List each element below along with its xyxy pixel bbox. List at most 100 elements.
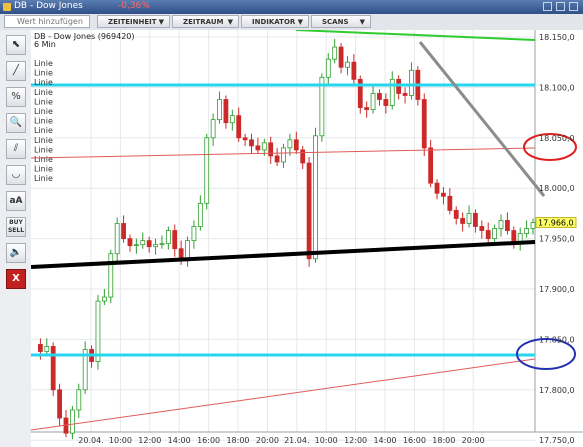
candle-body [383,99,389,106]
dropdown-arrow-icon: ▼ [158,18,164,26]
candle-body [281,147,286,163]
candle-body [114,223,120,255]
sound-icon: 🔈 [9,247,23,258]
price-chart[interactable]: 18.150,0 18.100,0 18.050,0 18.000,0 17.950,0… [31,30,583,447]
title-bar: DB - Dow Jones -0,36% [0,0,583,14]
time-tick-label: 12:00 [344,436,367,445]
time-tick-label: 18:00 [432,436,455,445]
candle-body [377,93,382,100]
close-window-icon[interactable] [569,2,578,11]
drawing-label: Linie [34,78,53,87]
candle-body [140,240,146,246]
maximize-icon[interactable] [556,2,565,11]
time-tick-label: 14:00 [373,436,396,445]
menu-zeitraum[interactable]: ZEITRAUM ▼ [172,15,239,28]
time-tick-label: 14:00 [168,436,191,445]
candle-body [191,226,197,242]
text-size-icon: aA [9,196,23,206]
parallel-tool-button[interactable]: ⫽ [6,139,26,159]
dropdown-arrow-icon: ▼ [297,18,303,26]
curve-icon: ◡ [11,169,21,180]
price-tick-label: 18.000,0 [539,184,575,193]
candle-body [229,115,235,124]
candle-body [428,147,434,184]
candle-body [524,228,530,234]
drawing-label: Linie [34,59,53,68]
candle-body [511,230,517,244]
candle-body [249,139,254,147]
drawing-label: Linie [34,117,53,126]
price-tick-label: 18.050,0 [539,134,575,143]
drawing-label: Linie [34,88,53,97]
drawing-label: Linie [34,174,53,183]
text-size-button[interactable]: aA [6,191,26,211]
close-button[interactable]: X [6,269,26,289]
time-tick-label: 16:00 [403,436,426,445]
candle-body [460,218,466,224]
last-price-text: 17.966,0 [538,218,574,227]
candle-body [127,238,133,247]
candle-body [255,145,261,151]
candle-body [121,223,126,239]
time-tick-label: 20:00 [462,436,485,445]
sound-button[interactable]: 🔈 [6,243,26,263]
candle-body [165,230,171,245]
candle-body [498,220,504,229]
candle-body [242,137,248,141]
drawing-tools-panel: ⬉ ╱ % 🔍 ⫽ ◡ aA BUY SELL 🔈 X [0,30,32,447]
time-tick-label: 18:00 [226,436,249,445]
candle-body [44,346,50,352]
candle-body [453,209,459,219]
search-input[interactable] [4,15,90,28]
candle-body [101,296,107,302]
time-tick-label: 20.04. [78,436,103,445]
price-tick-label: 17.800,0 [539,386,575,395]
curve-tool-button[interactable]: ◡ [6,165,26,185]
app-icon [3,3,11,11]
candle-body [57,389,62,419]
candle-body [402,93,408,96]
candle-body [505,220,510,231]
zoom-tool-button[interactable]: 🔍 [6,113,26,133]
price-tick-label: 18.150,0 [539,33,575,42]
drawing-label: Linie [34,136,53,145]
percent-tool-button[interactable]: % [6,87,26,107]
price-tick-label: 17.900,0 [539,285,575,294]
dropdown-arrow-icon: ▼ [359,18,365,26]
candle-body [492,228,498,240]
time-tick-label: 12:00 [138,436,161,445]
menu-zeiteinheit[interactable]: ZEITEINHEIT ▼ [97,15,170,28]
candle-body [313,135,318,260]
candle-body [274,155,280,163]
candle-body [204,137,210,204]
change-percent: -0,36% [118,1,150,11]
toolbar: ZEITEINHEIT▼ ZEITRAUM▼ INDIKATOR▼ SCANS▼ [0,14,583,31]
menu-scans[interactable]: SCANS ▼ [311,15,371,28]
settings-icon[interactable] [543,2,552,11]
drawing-label: Linie [34,126,53,135]
candle-body [466,212,472,224]
candle-body [95,300,101,362]
candle-body [217,99,222,121]
zoom-icon: 🔍 [9,117,23,128]
candle-body [409,69,414,96]
line-tool-button[interactable]: ╱ [6,61,26,81]
candle-body [300,149,306,164]
price-tick-label: 17.950,0 [539,235,575,244]
candle-body [306,162,312,260]
percent-icon: % [11,91,21,102]
candle-body [172,230,178,250]
interval-label: 6 Min [34,40,56,49]
buy-sell-button[interactable]: BUY SELL [6,217,26,237]
dropdown-arrow-icon: ▼ [227,18,233,26]
candle-body [197,202,203,227]
parallel-lines-icon: ⫽ [13,143,19,154]
cursor-tool-button[interactable]: ⬉ [6,35,26,55]
drawing-label: Linie [34,165,53,174]
candle-body [389,78,395,106]
menu-label: ZEITRAUM [183,18,224,26]
last-price-tag: 17.966,0 [535,217,577,228]
drawing-label: Linie [34,107,53,116]
menu-indikator[interactable]: INDIKATOR ▼ [241,15,309,28]
candle-body [530,222,536,229]
